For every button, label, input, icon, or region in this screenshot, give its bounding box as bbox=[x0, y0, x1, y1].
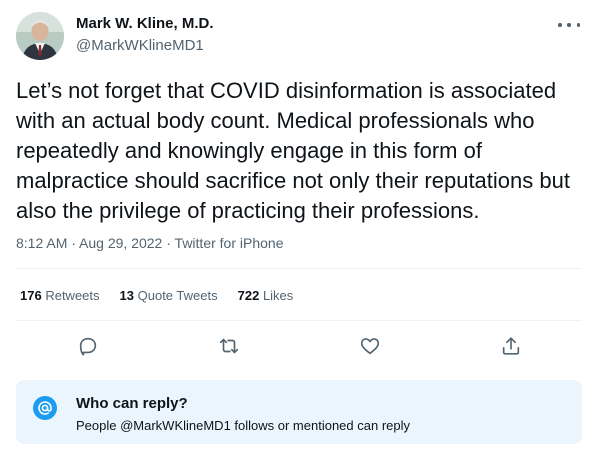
likes-count: 722 bbox=[237, 288, 260, 303]
tweet-header: Mark W. Kline, M.D. @MarkWKlineMD1 bbox=[16, 12, 582, 62]
more-dot bbox=[576, 23, 580, 27]
author-display-name[interactable]: Mark W. Kline, M.D. bbox=[76, 14, 214, 34]
at-glyph bbox=[38, 401, 52, 415]
tweet-time[interactable]: 8:12 AM bbox=[16, 235, 67, 251]
author-handle[interactable]: @MarkWKlineMD1 bbox=[76, 36, 214, 56]
retweet-button[interactable] bbox=[215, 332, 243, 360]
more-horizontal-icon[interactable] bbox=[558, 18, 580, 32]
tweet-source[interactable]: Twitter for iPhone bbox=[175, 235, 284, 251]
retweets-count: 176 bbox=[20, 288, 42, 303]
tweet-text: Let’s not forget that COVID disinformati… bbox=[16, 78, 570, 223]
tweet-date[interactable]: Aug 29, 2022 bbox=[79, 235, 162, 251]
quote-tweets-label: Quote Tweets bbox=[137, 288, 218, 303]
action-bar bbox=[16, 332, 582, 360]
retweets-label: Retweets bbox=[45, 288, 100, 303]
quote-tweets-stat[interactable]: 13 Quote Tweets bbox=[120, 288, 218, 303]
share-icon bbox=[502, 337, 520, 355]
divider bbox=[16, 268, 582, 269]
retweets-stat[interactable]: 176 Retweets bbox=[20, 288, 100, 303]
reply-icon bbox=[79, 337, 97, 356]
reply-restriction-notice: Who can reply? People @MarkWKlineMD1 fol… bbox=[16, 380, 582, 444]
more-dot bbox=[567, 23, 571, 27]
reply-restriction-subtitle: People @MarkWKlineMD1 follows or mention… bbox=[76, 418, 411, 433]
at-mention-icon bbox=[33, 396, 57, 420]
more-dot bbox=[558, 23, 562, 27]
meta-separator: · bbox=[67, 235, 80, 251]
reply-restriction-title: Who can reply? bbox=[76, 395, 188, 412]
quote-tweets-count: 13 bbox=[119, 288, 134, 303]
reply-button[interactable] bbox=[74, 332, 102, 360]
divider bbox=[16, 320, 582, 321]
retweet-icon bbox=[219, 338, 239, 354]
engagement-stats: 176 Retweets 13 Quote Tweets 722 Likes bbox=[20, 288, 293, 303]
likes-label: Likes bbox=[262, 288, 294, 303]
author-names: Mark W. Kline, M.D. @MarkWKlineMD1 bbox=[76, 14, 214, 56]
like-button[interactable] bbox=[356, 332, 384, 360]
likes-stat[interactable]: 722 Likes bbox=[238, 288, 294, 303]
profile-photo bbox=[16, 12, 64, 60]
meta-separator: · bbox=[162, 235, 175, 251]
share-button[interactable] bbox=[497, 332, 525, 360]
avatar[interactable] bbox=[16, 12, 64, 60]
tweet-meta: 8:12 AM · Aug 29, 2022 · Twitter for iPh… bbox=[16, 234, 283, 252]
like-icon bbox=[360, 338, 380, 355]
